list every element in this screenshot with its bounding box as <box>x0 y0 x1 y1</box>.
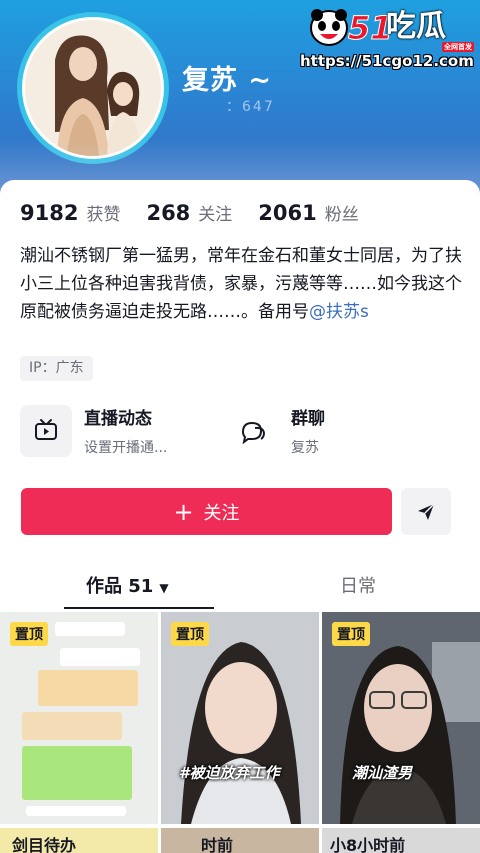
follow-button[interactable]: + 关注 <box>21 488 392 535</box>
tv-icon <box>20 404 72 457</box>
profile-bio: 潮汕不锈钢厂第一猛男，常年在金石和董女士同居，为了扶小三上位各种迫害我背债，家暴… <box>20 242 464 326</box>
profile-nickname: 复苏 ~ <box>182 65 273 96</box>
group-chat-subtitle: 复苏 <box>291 440 319 456</box>
active-tab-indicator <box>64 607 214 609</box>
avatar-image <box>22 17 164 159</box>
content-tabs: 作品 51 ▼ 日常 <box>0 560 480 610</box>
live-feed-subtitle: 设置开播通... <box>84 440 168 456</box>
chat-bubble-icon <box>227 404 279 457</box>
watermark-logo: 51 吃瓜 全网首发 https://51cgo12.com <box>300 6 476 70</box>
tab-works[interactable]: 作品 51 ▼ <box>86 572 169 598</box>
pinned-badge: 置顶 <box>332 622 370 646</box>
pinned-badge: 置顶 <box>10 622 48 646</box>
video-thumbnail[interactable]: 时前 <box>161 828 319 853</box>
send-message-button[interactable] <box>401 488 451 535</box>
video-thumbnail[interactable]: 置顶 <box>0 612 158 824</box>
profile-id: ：647 <box>226 99 275 115</box>
stat-likes[interactable]: 9182 获赞 <box>20 200 120 225</box>
tab-daily[interactable]: 日常 <box>340 572 376 598</box>
stat-followers[interactable]: 2061 粉丝 <box>258 200 358 225</box>
video-thumbnail[interactable]: 置顶 潮汕渣男 <box>322 612 480 824</box>
video-thumbnail[interactable]: 剑目待办 <box>0 828 158 853</box>
live-feed-entry[interactable]: 直播动态 设置开播通... <box>20 404 167 457</box>
pinned-badge: 置顶 <box>171 622 209 646</box>
caret-down-icon: ▼ <box>159 581 169 595</box>
profile-header: 复苏 ~ ：647 51 吃瓜 全网首发 https://51cgo12.com <box>0 0 480 200</box>
stat-following[interactable]: 268 关注 <box>146 200 232 225</box>
bio-mention-link[interactable]: @扶苏s <box>309 302 369 322</box>
ip-location-tag: IP：广东 <box>20 356 93 381</box>
video-caption: #被迫放弃工作 <box>179 764 280 782</box>
video-thumbnail[interactable]: 小8小时前 <box>322 828 480 853</box>
send-icon <box>418 502 435 520</box>
group-chat-title: 群聊 <box>291 409 325 429</box>
live-feed-title: 直播动态 <box>84 409 152 429</box>
follow-button-label: 关注 <box>203 502 240 524</box>
video-grid: 置顶 置顶 #被迫放弃工作 置顶 潮汕渣男 剑目待办 时前 小8小时前 <box>0 612 480 853</box>
watermark-name: 吃瓜 <box>386 9 446 44</box>
watermark-url: https://51cgo12.com <box>300 52 474 70</box>
profile-card: 9182 获赞 268 关注 2061 粉丝 潮汕不锈钢厂第一猛男，常年在金石和… <box>0 180 480 853</box>
plus-icon: + <box>173 497 194 526</box>
profile-stats: 9182 获赞 268 关注 2061 粉丝 <box>20 200 385 225</box>
video-thumbnail[interactable]: 置顶 #被迫放弃工作 <box>161 612 319 824</box>
video-caption: 潮汕渣男 <box>352 764 413 782</box>
bio-text: 潮汕不锈钢厂第一猛男，常年在金石和董女士同居，为了扶小三上位各种迫害我背债，家暴… <box>20 246 462 322</box>
mascot-icon <box>310 9 348 46</box>
avatar[interactable] <box>17 12 169 164</box>
watermark-tag: 全网首发 <box>442 42 474 52</box>
group-chat-entry[interactable]: 群聊 复苏 <box>227 404 325 457</box>
